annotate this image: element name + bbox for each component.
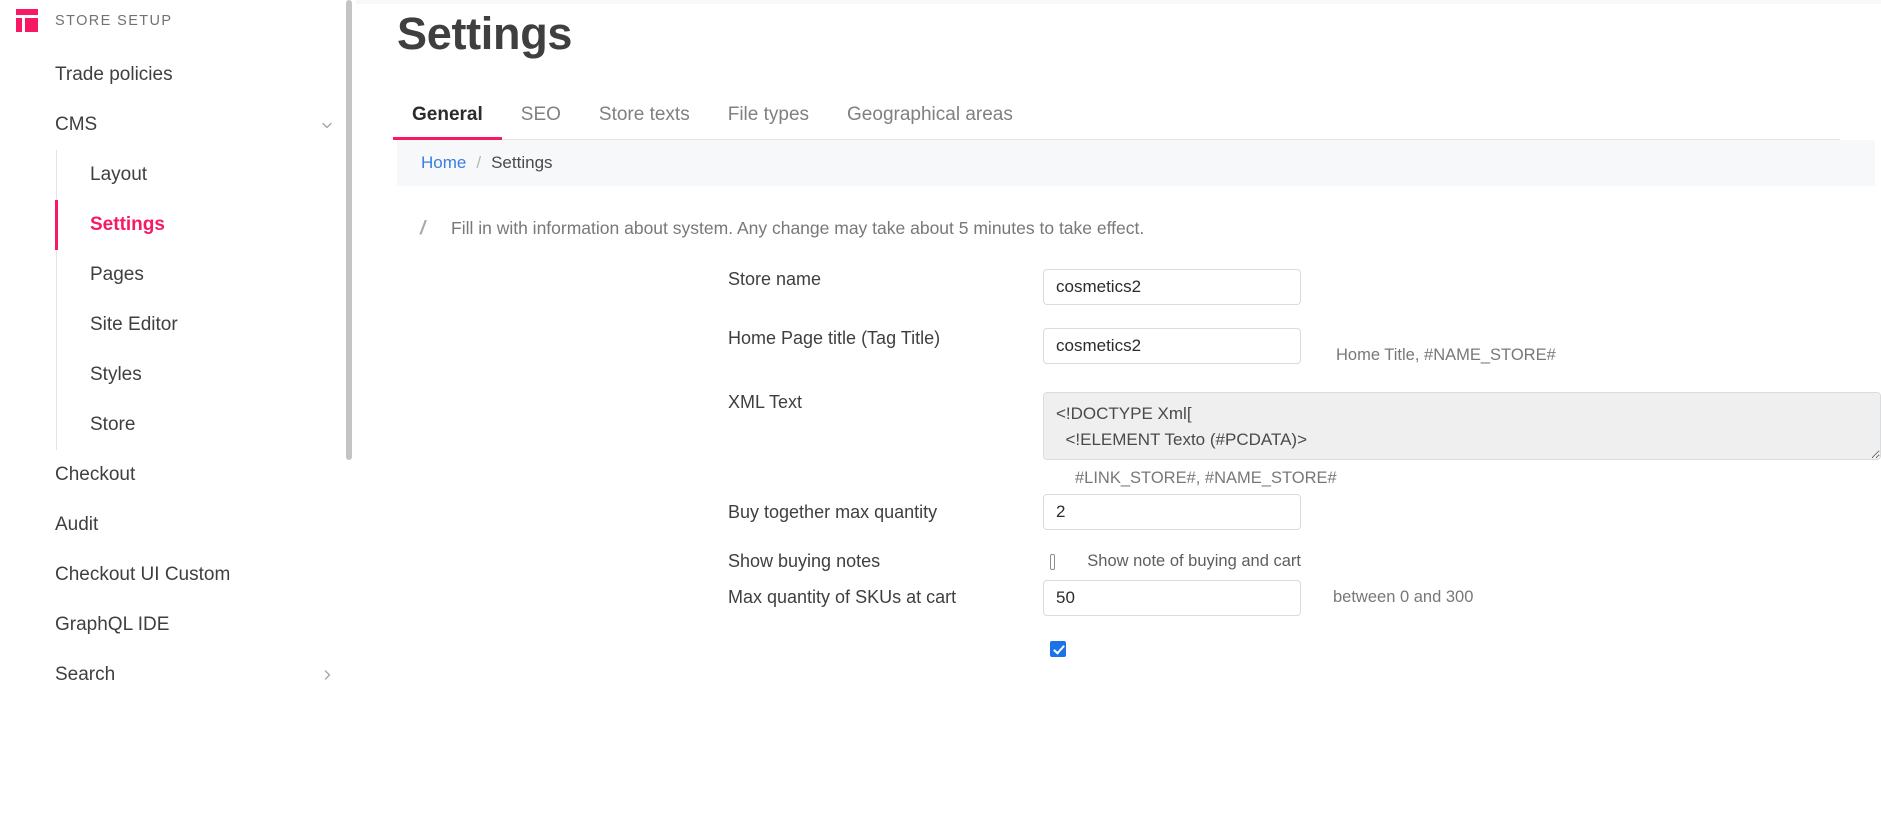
show-buying-notes-checkbox[interactable] [1050, 554, 1055, 570]
settings-form: Store name Home Page title (Tag Title) H… [356, 269, 1881, 657]
brand-header: STORE SETUP [0, 0, 356, 42]
tab-label: SEO [521, 104, 561, 125]
sidebar-subitem-label: Settings [90, 214, 165, 236]
sidebar-subitem-label: Layout [90, 164, 147, 186]
sidebar-item-styles[interactable]: Styles [57, 350, 356, 400]
tab-seo[interactable]: SEO [502, 104, 580, 139]
buy-together-input[interactable] [1043, 494, 1301, 530]
field-show-buying-notes: Show buying notes Show note of buying an… [356, 551, 1881, 572]
sidebar-item-search[interactable]: Search [0, 650, 356, 700]
sidebar-subitem-label: Pages [90, 264, 144, 286]
chevron-right-icon[interactable] [320, 668, 334, 682]
tab-general[interactable]: General [393, 104, 502, 139]
sidebar-item-label: GraphQL IDE [55, 614, 169, 636]
sidebar-item-label: CMS [55, 114, 97, 136]
sidebar-item-graphql-ide[interactable]: GraphQL IDE [0, 600, 356, 650]
sidebar-item-layout[interactable]: Layout [57, 150, 356, 200]
sidebar-nav: Trade policies CMS Layout Settings [0, 50, 356, 700]
top-strip [356, 0, 1881, 4]
tab-label: Geographical areas [847, 104, 1013, 125]
sidebar-item-store[interactable]: Store [57, 400, 356, 450]
field-label: Show buying notes [728, 551, 880, 571]
field-label: Max quantity of SKUs at cart [728, 587, 956, 607]
field-label: Store name [728, 269, 821, 289]
sidebar-item-label: Audit [55, 514, 98, 536]
sidebar-item-trade-policies[interactable]: Trade policies [0, 50, 356, 100]
sidebar-item-pages[interactable]: Pages [57, 250, 356, 300]
sidebar: STORE SETUP Trade policies CMS Layout [0, 0, 356, 826]
tab-label: Store texts [599, 104, 690, 125]
sidebar-item-settings[interactable]: Settings [57, 200, 356, 250]
sidebar-item-label: Search [55, 664, 115, 686]
info-icon: / [420, 219, 428, 238]
field-home-page-title: Home Page title (Tag Title) Home Title, … [356, 328, 1881, 365]
home-page-title-hint: Home Title, #NAME_STORE# [1336, 346, 1556, 365]
sidebar-item-cms[interactable]: CMS [0, 100, 356, 150]
xml-text-hint: #LINK_STORE#, #NAME_STORE# [1075, 469, 1337, 488]
sidebar-item-site-editor[interactable]: Site Editor [57, 300, 356, 350]
main-content: Settings General SEO Store texts File ty… [356, 0, 1881, 826]
extra-checkbox[interactable] [1050, 641, 1066, 657]
show-buying-notes-checkbox-label: Show note of buying and cart [1087, 552, 1301, 571]
tab-bar: General SEO Store texts File types Geogr… [397, 96, 1840, 140]
field-label: Home Page title (Tag Title) [728, 328, 940, 348]
sidebar-item-label: Checkout UI Custom [55, 564, 230, 586]
chevron-down-icon[interactable] [320, 118, 334, 132]
max-skus-hint: between 0 and 300 [1333, 588, 1473, 607]
breadcrumb-home-link[interactable]: Home [421, 153, 466, 173]
tab-label: File types [728, 104, 809, 125]
info-banner: / Fill in with information about system.… [356, 218, 1881, 239]
xml-text-textarea[interactable]: <!DOCTYPE Xml[ <!ELEMENT Texto (#PCDATA)… [1043, 392, 1881, 460]
app-root: STORE SETUP Trade policies CMS Layout [0, 0, 1881, 826]
store-name-input[interactable] [1043, 269, 1301, 305]
sidebar-subnav-cms: Layout Settings Pages Site Editor Styles… [56, 150, 356, 450]
brand-title: STORE SETUP [55, 13, 172, 29]
field-extra-checkbox [356, 641, 1881, 657]
sidebar-scrollbar-thumb[interactable] [346, 0, 352, 460]
field-buy-together: Buy together max quantity [356, 494, 1881, 530]
sidebar-item-audit[interactable]: Audit [0, 500, 356, 550]
sidebar-item-checkout[interactable]: Checkout [0, 450, 356, 500]
xml-text-hint-row: #LINK_STORE#, #NAME_STORE# [356, 469, 1881, 488]
sidebar-subitem-label: Styles [90, 364, 142, 386]
sidebar-subitem-label: Site Editor [90, 314, 178, 336]
tab-store-texts[interactable]: Store texts [580, 104, 709, 139]
sidebar-item-label: Checkout [55, 464, 135, 486]
tab-file-types[interactable]: File types [709, 104, 828, 139]
tab-geographical-areas[interactable]: Geographical areas [828, 104, 1032, 139]
max-skus-input[interactable] [1043, 580, 1301, 616]
info-text: Fill in with information about system. A… [451, 218, 1144, 239]
field-label: Buy together max quantity [728, 502, 937, 522]
breadcrumb: Home / Settings [397, 140, 1875, 186]
field-store-name: Store name [356, 269, 1881, 305]
page-title: Settings [356, 0, 1881, 60]
field-label: XML Text [728, 392, 802, 412]
sidebar-item-label: Trade policies [55, 64, 173, 86]
breadcrumb-separator: / [476, 153, 481, 173]
sidebar-item-checkout-ui-custom[interactable]: Checkout UI Custom [0, 550, 356, 600]
tab-label: General [412, 104, 483, 125]
sidebar-scrollbar[interactable] [348, 0, 354, 826]
field-xml-text: XML Text <!DOCTYPE Xml[ <!ELEMENT Texto … [356, 392, 1881, 460]
store-setup-logo-icon [14, 8, 40, 34]
sidebar-subitem-label: Store [90, 414, 135, 436]
field-max-skus: Max quantity of SKUs at cart between 0 a… [356, 580, 1881, 616]
home-page-title-input[interactable] [1043, 328, 1301, 364]
breadcrumb-current: Settings [491, 153, 552, 173]
